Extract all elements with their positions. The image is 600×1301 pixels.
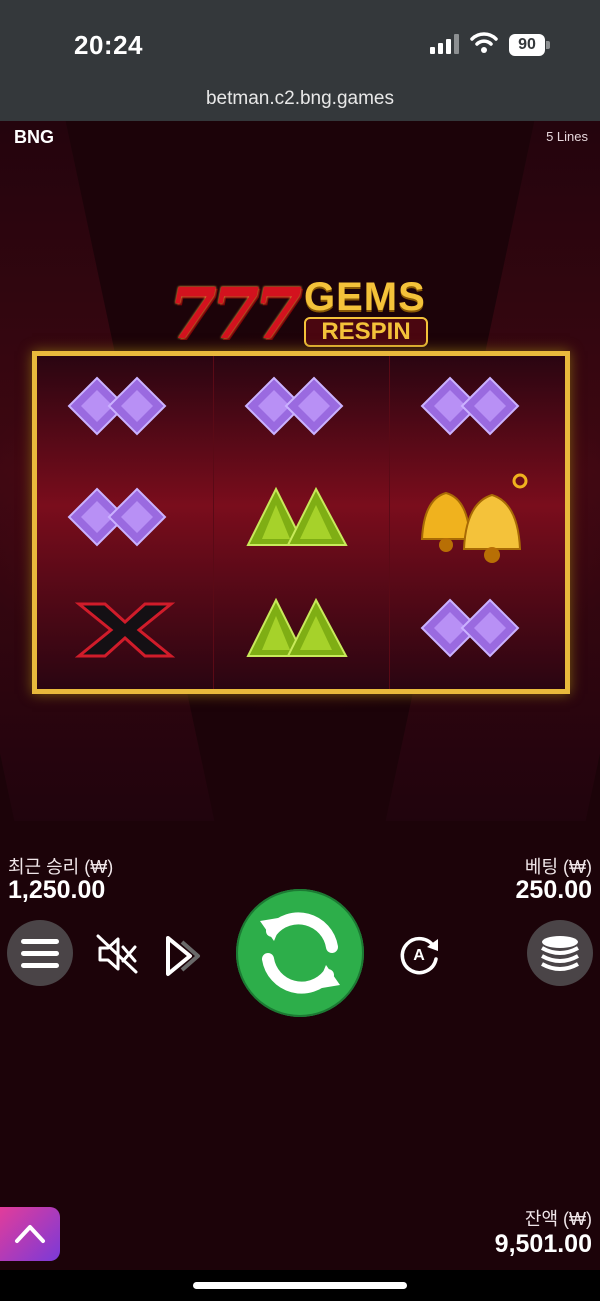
last-win-value: 1,250.00 [8, 876, 106, 904]
status-time: 20:24 [74, 30, 143, 60]
chevron-up-icon [15, 1225, 45, 1243]
logo-gems: GEMS [304, 275, 426, 319]
green-gem-icon [246, 486, 348, 546]
reel-cell [37, 578, 213, 689]
green-gem-icon [246, 597, 348, 657]
reel-cell [390, 356, 566, 467]
battery-icon: 90 [509, 34, 551, 56]
reel-cell [214, 467, 390, 578]
bet-value: 250.00 [515, 876, 592, 904]
reel-cell [214, 578, 390, 689]
signal-icon [430, 34, 460, 54]
game-canvas[interactable]: BNG 5 Lines 777 GEMS RESPIN 최근 승리 (₩) 1,… [0, 121, 600, 1270]
reel-area[interactable] [32, 351, 570, 694]
reel-cell [37, 467, 213, 578]
provider-logo: BNG [14, 127, 54, 147]
purple-gem-icon [420, 598, 520, 658]
url-bar[interactable]: betman.c2.bng.games [0, 88, 600, 110]
autoplay-icon[interactable]: A [396, 931, 442, 977]
purple-gem-icon [244, 376, 344, 436]
svg-text:A: A [413, 947, 425, 964]
turbo-play-icon[interactable] [160, 934, 204, 978]
balance-value: 9,501.00 [494, 1230, 592, 1258]
bet-settings-button[interactable] [527, 920, 593, 986]
purple-gem-icon [67, 376, 167, 436]
wifi-icon [470, 32, 498, 53]
sound-muted-icon[interactable] [96, 934, 138, 974]
bell-icon [420, 473, 528, 563]
purple-gem-icon [67, 487, 167, 547]
x-icon [74, 602, 176, 658]
menu-button[interactable] [7, 920, 73, 986]
coins-icon [541, 936, 579, 971]
game-logo: 777 GEMS RESPIN [168, 273, 432, 353]
reel-cell [37, 356, 213, 467]
reel-cell [390, 578, 566, 689]
refresh-icon [260, 912, 340, 994]
spin-button[interactable] [236, 889, 364, 1017]
status-bar: 20:24 90 betman.c2.bng.games [0, 0, 600, 121]
reel-2 [213, 356, 389, 689]
lines-count: 5 Lines [546, 129, 588, 144]
battery-level: 90 [509, 34, 545, 56]
reel-1 [37, 356, 213, 689]
logo-sevens: 777 [168, 272, 302, 355]
reel-3 [389, 356, 565, 689]
logo-respin: RESPIN [304, 317, 428, 347]
reel-cell [214, 356, 390, 467]
scroll-up-button[interactable] [0, 1207, 60, 1261]
reel-cell [390, 467, 566, 578]
purple-gem-icon [420, 376, 520, 436]
balance-label: 잔액 (₩) [524, 1209, 592, 1229]
home-indicator[interactable] [0, 1270, 600, 1301]
